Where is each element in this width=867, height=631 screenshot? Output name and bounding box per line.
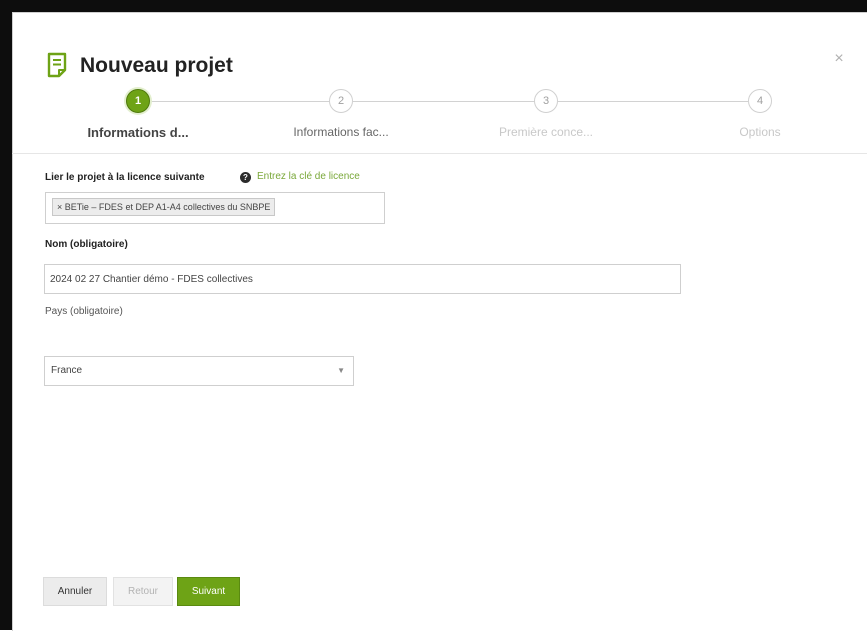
project-name-input[interactable]	[44, 264, 681, 294]
question-circle-icon[interactable]: ?	[240, 172, 251, 183]
step-4-label: Options	[739, 125, 781, 139]
country-select[interactable]: France ▼	[44, 356, 354, 386]
step-1-label[interactable]: Informations d...	[68, 125, 208, 140]
dialog-title: Nouveau projet	[80, 54, 233, 77]
step-2-label[interactable]: Informations fac...	[271, 125, 411, 139]
license-tag[interactable]: × BETie – FDES et DEP A1-A4 collectives …	[52, 198, 276, 216]
step-3-label: Première conce...	[498, 125, 594, 139]
stepper-connector	[150, 101, 330, 102]
enter-license-key-link[interactable]: Entrez la clé de licence	[257, 171, 360, 182]
back-button[interactable]: Retour	[113, 577, 173, 606]
country-select-value: France	[51, 365, 83, 376]
country-label: Pays (obligatoire)	[45, 306, 123, 317]
stepper-connector	[353, 101, 535, 102]
step-1-circle[interactable]: 1	[126, 89, 150, 113]
step-4-circle: 4	[748, 89, 772, 113]
license-label: Lier le projet à la licence suivante	[45, 172, 205, 183]
stepper-connector	[558, 101, 748, 102]
document-icon	[47, 52, 67, 78]
window-frame-left	[0, 0, 12, 630]
step-3-circle: 3	[534, 89, 558, 113]
header-divider	[12, 153, 867, 154]
cancel-button[interactable]: Annuler	[43, 577, 107, 606]
name-label: Nom (obligatoire)	[45, 239, 128, 250]
caret-down-icon: ▼	[337, 366, 345, 375]
close-icon[interactable]: ×	[832, 51, 846, 67]
step-2-circle[interactable]: 2	[329, 89, 353, 113]
window-frame-top	[0, 0, 867, 12]
next-button[interactable]: Suivant	[177, 577, 240, 606]
